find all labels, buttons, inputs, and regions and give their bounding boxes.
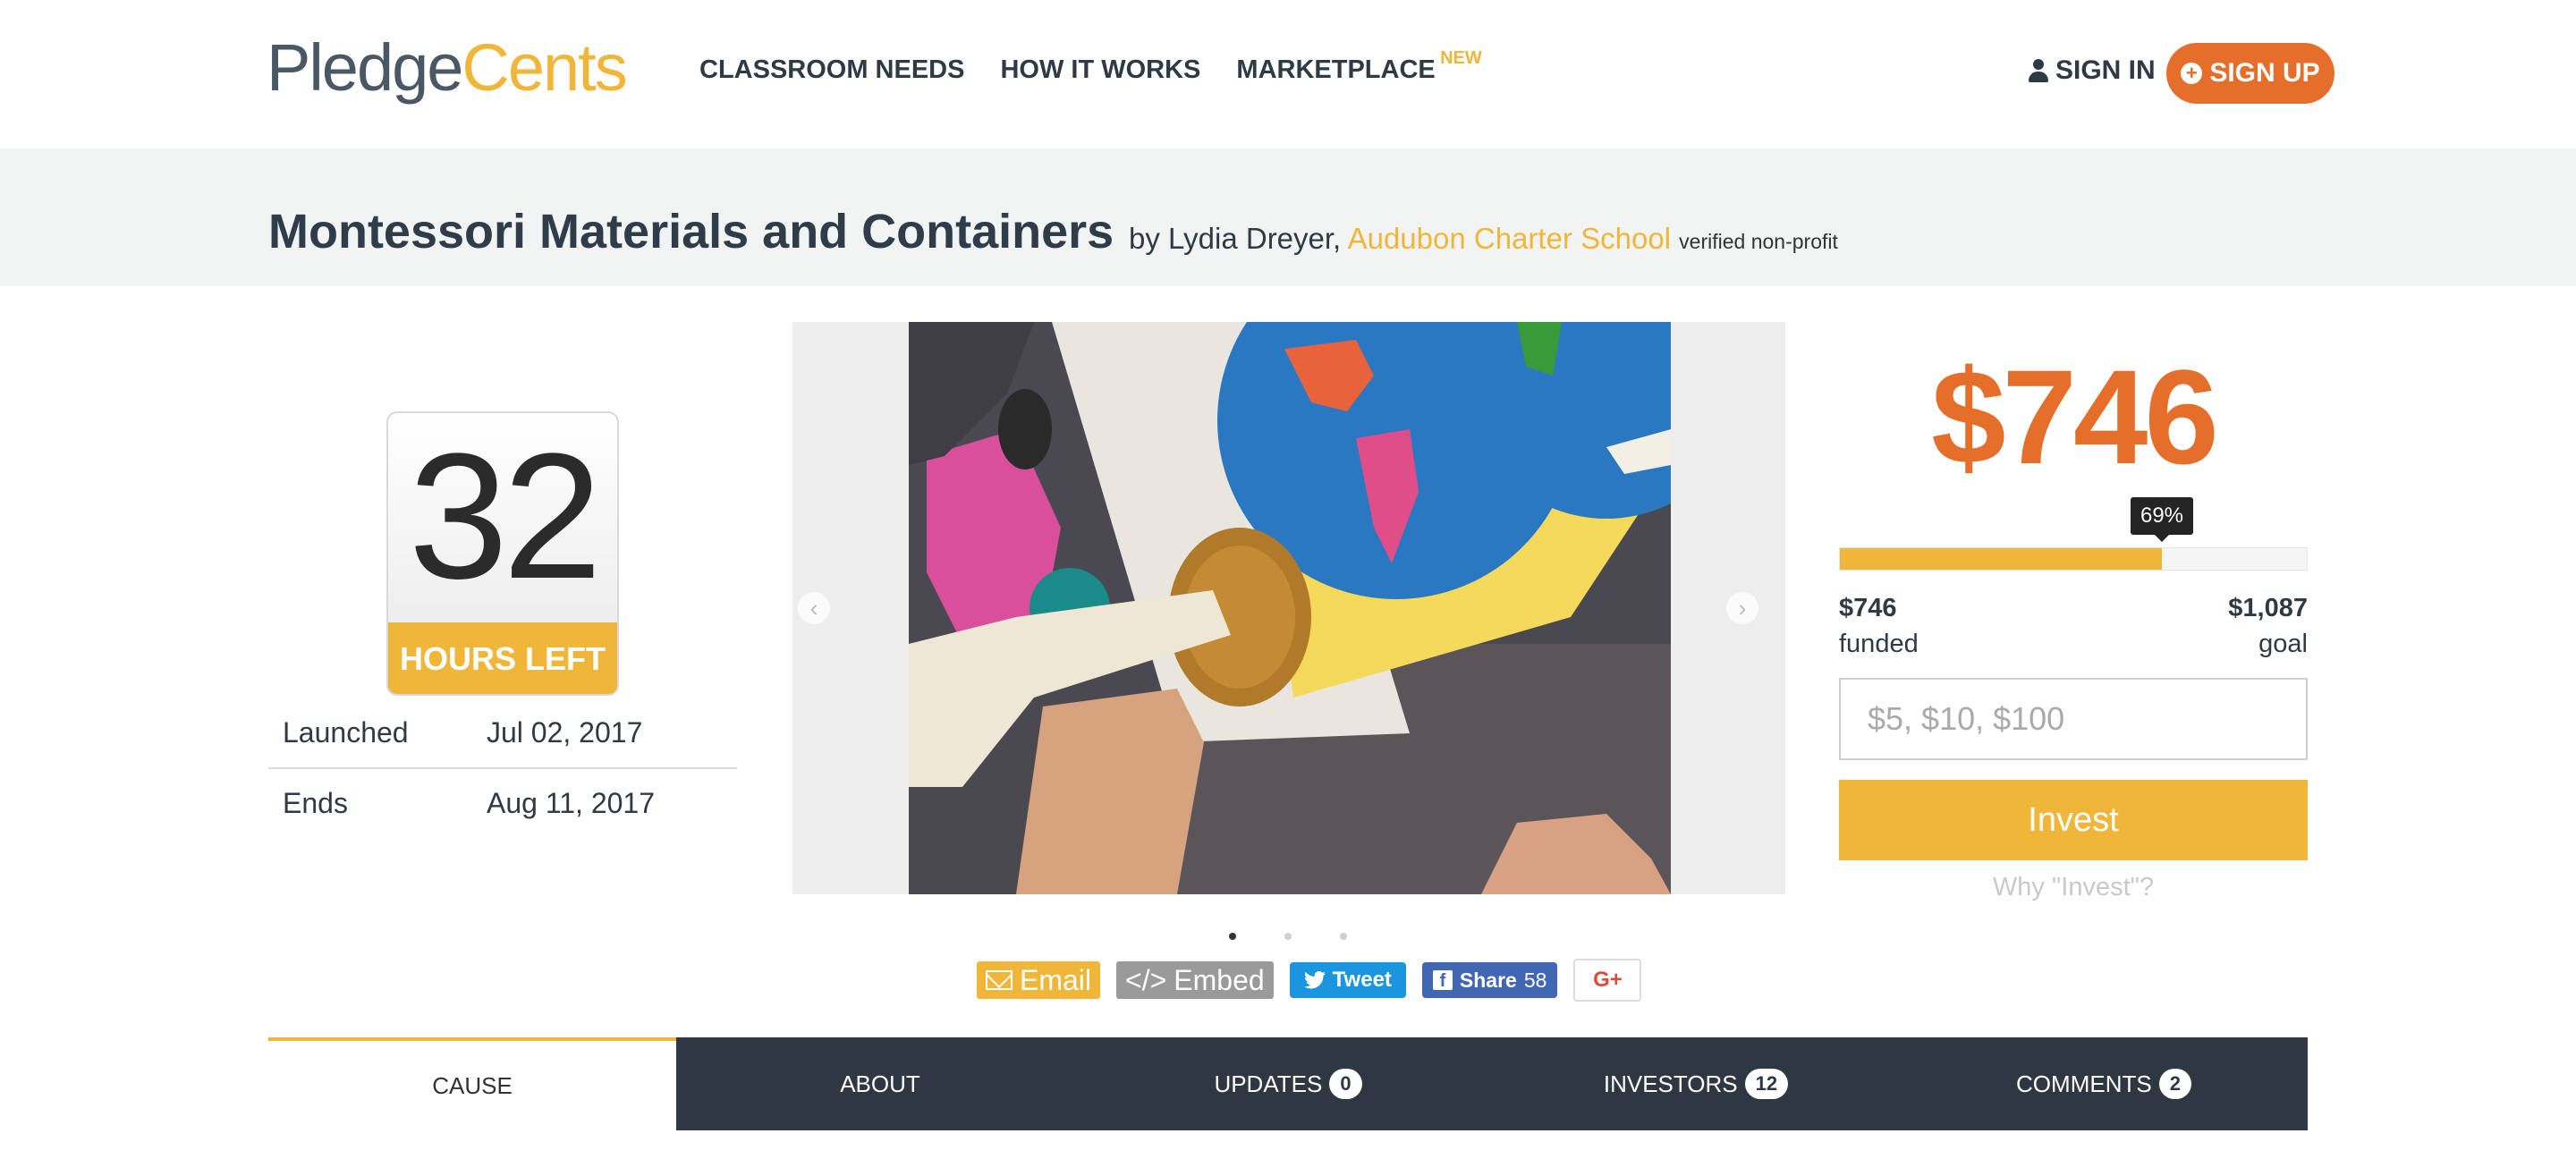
project-byline: by Lydia Dreyer, Audubon Charter School … <box>1129 222 1838 256</box>
image-carousel: ‹ › <box>792 322 1785 894</box>
launched-label: Launched <box>283 715 409 749</box>
twitter-bird-icon <box>1303 971 1326 989</box>
countdown-value: 32 <box>408 417 602 616</box>
tab-cause[interactable]: CAUSE <box>268 1037 676 1130</box>
embed-label: Embed <box>1174 963 1265 996</box>
pledgecents-logo[interactable]: Pledge Cents <box>267 30 628 106</box>
tab-cause-label: CAUSE <box>432 1071 513 1099</box>
invest-button[interactable]: Invest <box>1839 780 2308 860</box>
ends-row: Ends Aug 11, 2017 <box>268 767 737 837</box>
sign-up-button[interactable]: + SIGN UP <box>2166 43 2334 104</box>
funding-progress-fill <box>1840 548 2163 570</box>
carousel-dot-3[interactable] <box>1340 933 1347 940</box>
project-photo <box>909 322 1671 894</box>
email-share-button[interactable]: Email <box>977 961 1101 999</box>
goal-label: goal <box>2258 630 2308 658</box>
ends-label: Ends <box>283 786 348 819</box>
tab-updates-label: UPDATES <box>1214 1070 1323 1097</box>
school-link[interactable]: Audubon Charter School <box>1348 222 1671 255</box>
goal-summary: $1,087 goal <box>2129 590 2308 662</box>
facebook-share-count: 58 <box>1523 968 1547 992</box>
countdown-card: 32 HOURS LEFT <box>386 411 619 696</box>
carousel-dot-2[interactable] <box>1284 933 1292 940</box>
project-photo-illustration <box>909 322 1671 894</box>
funded-label: funded <box>1839 630 1919 658</box>
verified-text: verified non-profit <box>1679 230 1838 253</box>
nav-classroom-needs[interactable]: CLASSROOM NEEDS <box>699 55 964 85</box>
new-badge: NEW <box>1440 48 1482 68</box>
envelope-icon <box>986 970 1013 990</box>
sign-in-link[interactable]: SIGN IN <box>2029 55 2156 86</box>
launched-value: Jul 02, 2017 <box>487 715 643 749</box>
project-tabs: CAUSE ABOUT UPDATES 0 INVESTORS 12 COMME… <box>268 1037 2308 1130</box>
dates-table: Launched Jul 02, 2017 Ends Aug 11, 2017 <box>268 698 737 837</box>
user-icon <box>2029 59 2048 82</box>
nav-marketplace[interactable]: MARKETPLACE NEW <box>1236 48 1481 85</box>
funding-progress-bar <box>1839 547 2308 571</box>
progress-percent-tooltip: 69% <box>2131 497 2193 542</box>
why-invest-link[interactable]: Why "Invest"? <box>1839 873 2308 902</box>
plus-circle-icon: + <box>2181 63 2203 84</box>
site-header: Pledge Cents CLASSROOM NEEDS HOW IT WORK… <box>0 0 2576 148</box>
tab-about[interactable]: ABOUT <box>676 1037 1084 1130</box>
share-buttons: Email </> Embed Tweet f Share 58 G+ <box>977 959 1642 1002</box>
author-text: by Lydia Dreyer, <box>1129 222 1342 255</box>
logo-text-pledge: Pledge <box>267 30 463 105</box>
page-title: Montessori Materials and Containers <box>268 205 1114 258</box>
google-plus-icon: G+ <box>1593 968 1623 992</box>
sign-up-label: SIGN UP <box>2209 58 2320 88</box>
nav-marketplace-label: MARKETPLACE <box>1236 55 1436 84</box>
tab-investors[interactable]: INVESTORS 12 <box>1492 1037 1900 1130</box>
nav-how-it-works[interactable]: HOW IT WORKS <box>1000 55 1200 85</box>
updates-count-badge: 0 <box>1329 1069 1362 1099</box>
facebook-share-label: Share <box>1459 968 1517 992</box>
carousel-dot-1[interactable] <box>1229 933 1236 940</box>
code-icon: </> <box>1125 963 1167 996</box>
tab-about-label: ABOUT <box>840 1070 920 1097</box>
tweet-label: Tweet <box>1332 968 1392 992</box>
launched-row: Launched Jul 02, 2017 <box>268 698 737 767</box>
tab-updates[interactable]: UPDATES 0 <box>1084 1037 1492 1130</box>
facebook-icon: f <box>1432 970 1453 991</box>
google-plus-share-button[interactable]: G+ <box>1573 959 1642 1002</box>
embed-button[interactable]: </> Embed <box>1116 961 1274 999</box>
sign-in-label: SIGN IN <box>2055 55 2156 85</box>
next-slide-arrow-icon[interactable]: › <box>1726 592 1758 624</box>
tab-comments[interactable]: COMMENTS 2 <box>1900 1037 2308 1130</box>
email-share-label: Email <box>1020 963 1092 996</box>
countdown-label: HOURS LEFT <box>388 622 617 694</box>
tweet-button[interactable]: Tweet <box>1289 962 1406 998</box>
ends-value: Aug 11, 2017 <box>487 786 656 819</box>
main-nav: CLASSROOM NEEDS HOW IT WORKS MARKETPLACE… <box>699 48 1482 85</box>
tab-comments-label: COMMENTS <box>2016 1070 2152 1097</box>
funded-summary: $746 funded <box>1839 590 1919 662</box>
comments-count-badge: 2 <box>2158 1069 2191 1099</box>
logo-text-cents: Cents <box>462 30 627 105</box>
goal-value: $1,087 <box>2228 594 2308 622</box>
prev-slide-arrow-icon[interactable]: ‹ <box>798 592 830 624</box>
facebook-share-button[interactable]: f Share 58 <box>1421 962 1558 998</box>
funded-amount: $746 <box>1931 342 2219 492</box>
funded-value: $746 <box>1839 594 1897 622</box>
investors-count-badge: 12 <box>1744 1069 1789 1099</box>
tab-investors-label: INVESTORS <box>1603 1070 1738 1097</box>
carousel-dots <box>1229 933 1347 940</box>
invest-amount-input[interactable] <box>1839 678 2308 760</box>
